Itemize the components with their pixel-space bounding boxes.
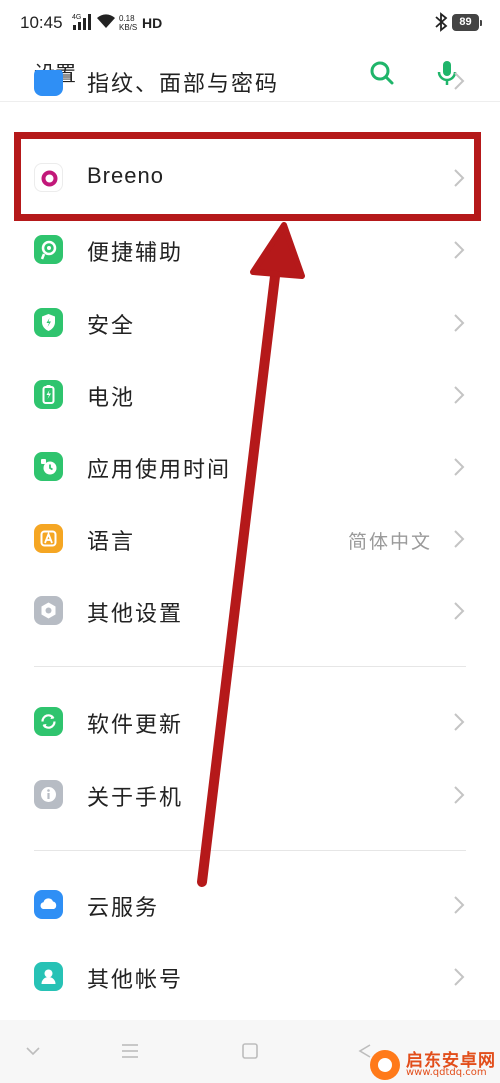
chevron-right-icon	[454, 602, 465, 620]
wifi-icon	[97, 14, 115, 28]
settings-item-other-accounts[interactable]: 其他帐号	[0, 941, 500, 1011]
language-value: 简体中文	[347, 531, 432, 553]
shield-icon	[34, 308, 63, 337]
chevron-right-icon	[454, 530, 465, 548]
settings-item-breeno[interactable]: Breeno	[0, 142, 500, 212]
software-update-icon	[34, 707, 63, 736]
watermark-logo-icon	[370, 1050, 400, 1080]
settings-item-label: 电池	[87, 386, 136, 411]
settings-item-label: 便捷辅助	[87, 241, 184, 266]
hd-indicator: HD	[142, 15, 163, 31]
battery-indicator: 89	[452, 14, 482, 31]
cellular-signal-icon: 4G	[72, 14, 91, 30]
settings-item-label: 软件更新	[87, 713, 184, 738]
settings-item-label: 其他帐号	[87, 968, 184, 993]
network-type: 4G	[72, 14, 81, 21]
settings-item-label: 其他设置	[87, 602, 184, 627]
site-watermark: 启东安卓网 www.qdtdq.com	[366, 1044, 500, 1083]
chevron-right-icon	[454, 786, 465, 804]
breeno-icon	[34, 163, 63, 192]
settings-item-fingerprint[interactable]: 指纹、面部与密码	[0, 70, 500, 102]
settings-item-label: 指纹、面部与密码	[87, 72, 280, 97]
watermark-url: www.qdtdq.com	[406, 1067, 487, 1078]
settings-item-convenience-assist[interactable]: 便捷辅助	[0, 214, 500, 284]
assist-icon	[34, 235, 63, 264]
section-divider	[34, 850, 466, 851]
cloud-icon	[34, 890, 63, 919]
about-phone-icon	[34, 780, 63, 809]
settings-item-label: 云服务	[87, 896, 160, 921]
settings-item-label: 安全	[87, 314, 136, 339]
chevron-right-icon	[454, 896, 465, 914]
account-icon	[34, 962, 63, 991]
settings-item-label: 语言	[87, 530, 136, 555]
settings-item-about-phone[interactable]: 关于手机	[0, 759, 500, 829]
section-divider	[34, 666, 466, 667]
network-speed: 0.18 KB/S	[119, 14, 138, 32]
hide-navbar-icon[interactable]	[24, 1042, 42, 1060]
chevron-right-icon	[454, 169, 465, 187]
chevron-right-icon	[454, 241, 465, 259]
settings-item-cloud-service[interactable]: 云服务	[0, 869, 500, 939]
chevron-right-icon	[454, 314, 465, 332]
language-icon	[34, 524, 63, 553]
more-settings-icon	[34, 596, 63, 625]
settings-item-other-settings[interactable]: 其他设置	[0, 575, 500, 645]
battery-icon	[34, 380, 63, 409]
status-bar: 10:45 4G 0.18 KB/S HD 89	[0, 0, 500, 48]
chevron-right-icon	[454, 458, 465, 476]
settings-item-app-usage-time[interactable]: 应用使用时间	[0, 431, 500, 501]
settings-item-label: Breeno	[87, 163, 164, 188]
home-button-icon[interactable]	[241, 1042, 259, 1060]
app-usage-icon	[34, 452, 63, 481]
chevron-right-icon	[454, 713, 465, 731]
chevron-right-icon	[454, 968, 465, 986]
bluetooth-icon	[435, 12, 448, 32]
chevron-right-icon	[454, 386, 465, 404]
settings-item-label: 应用使用时间	[87, 458, 232, 483]
fingerprint-icon	[34, 70, 63, 96]
status-time: 10:45	[20, 13, 63, 32]
settings-item-label: 关于手机	[87, 786, 184, 811]
settings-item-battery[interactable]: 电池	[0, 359, 500, 429]
menu-button-icon[interactable]	[120, 1042, 140, 1060]
chevron-right-icon	[454, 72, 465, 90]
settings-item-security[interactable]: 安全	[0, 287, 500, 357]
settings-item-language[interactable]: 语言 简体中文	[0, 503, 500, 573]
settings-item-software-update[interactable]: 软件更新	[0, 686, 500, 756]
